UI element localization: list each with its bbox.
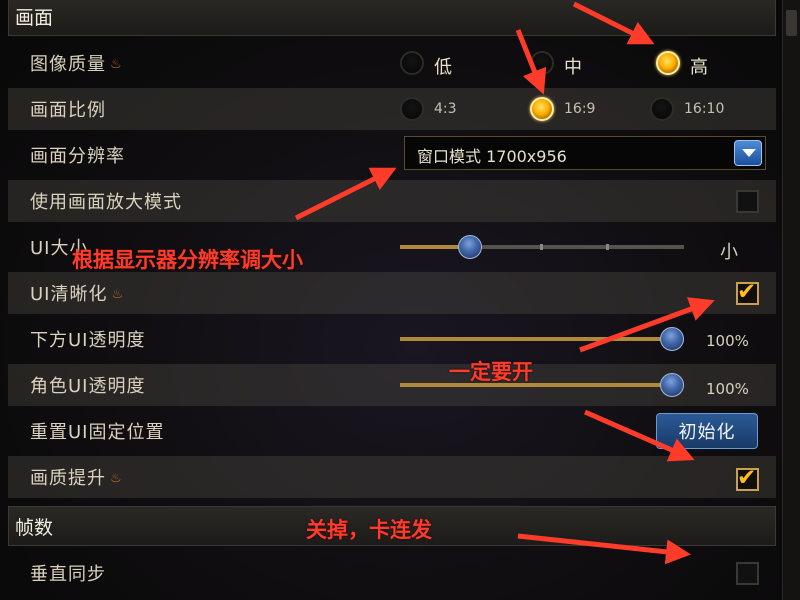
annotation-must-enable: 一定要开 — [449, 360, 533, 384]
quality-low-radio[interactable] — [400, 51, 424, 75]
bottom-ui-opacity-value: 100% — [706, 332, 749, 350]
quality-mid-radio[interactable] — [530, 51, 554, 75]
char-ui-opacity-value: 100% — [706, 380, 749, 398]
row-reset-ui: 重置UI固定位置 初始化 — [8, 410, 776, 452]
ui-size-slider-handle[interactable] — [458, 235, 482, 259]
row-quality-boost: 画质提升 ♨ ✔ — [8, 456, 776, 498]
quality-boost-label: 画质提升 ♨ — [30, 468, 123, 489]
char-ui-opacity-slider-handle[interactable] — [660, 373, 684, 397]
ui-size-slider[interactable] — [400, 235, 684, 259]
initialize-button[interactable]: 初始化 — [656, 413, 758, 449]
bottom-ui-opacity-slider-fill — [400, 337, 670, 341]
ratio-16-9-text: 16:9 — [564, 101, 596, 117]
ui-clarity-checkbox[interactable]: ✔ — [736, 279, 759, 305]
chevron-down-icon[interactable] — [734, 140, 762, 166]
quality-boost-checkbox[interactable]: ✔ — [736, 465, 759, 491]
resolution-select[interactable]: 窗口模式 1700x956 — [404, 136, 766, 170]
char-ui-opacity-slider[interactable] — [400, 373, 684, 397]
row-image-quality: 图像质量 ♨ 低 中 高 — [8, 42, 776, 84]
row-char-ui-opacity: 角色UI透明度 100% — [8, 364, 776, 406]
bottom-ui-opacity-slider[interactable] — [400, 327, 684, 351]
quality-mid-text: 中 — [564, 57, 582, 78]
row-bottom-ui-opacity: 下方UI透明度 100% — [8, 318, 776, 360]
annotation-resolution-note: 根据显示器分辨率调大小 — [72, 248, 303, 272]
ratio-16-10-text: 16:10 — [684, 101, 725, 117]
image-quality-label: 图像质量 ♨ — [30, 54, 123, 75]
quality-high-radio[interactable] — [656, 51, 680, 75]
check-icon: ✔ — [737, 465, 757, 491]
reset-ui-label: 重置UI固定位置 — [30, 422, 165, 443]
check-icon: ✔ — [737, 279, 757, 305]
row-vsync: 垂直同步 — [8, 552, 776, 594]
scrollbar[interactable] — [782, 0, 800, 600]
section-header-display: 画面 — [8, 0, 776, 36]
zoom-mode-label: 使用画面放大模式 — [30, 192, 182, 213]
ratio-16-10-radio[interactable] — [650, 97, 674, 121]
aspect-ratio-label: 画面比例 — [30, 100, 106, 121]
bottom-ui-opacity-slider-handle[interactable] — [660, 327, 684, 351]
annotation-turn-off: 关掉，卡连发 — [306, 518, 432, 542]
scrollbar-thumb[interactable] — [786, 10, 797, 36]
section-title-display: 画面 — [15, 7, 54, 29]
quality-low-text: 低 — [434, 57, 452, 78]
char-ui-opacity-label: 角色UI透明度 — [30, 376, 146, 397]
flame-icon: ♨ — [110, 57, 123, 72]
resolution-value: 窗口模式 1700x956 — [417, 147, 567, 166]
row-aspect-ratio: 画面比例 4:3 16:9 16:10 — [8, 88, 776, 130]
row-zoom-mode: 使用画面放大模式 — [8, 180, 776, 222]
flame-icon: ♨ — [111, 287, 125, 302]
ratio-4-3-text: 4:3 — [434, 101, 457, 117]
ui-size-tick — [540, 244, 543, 250]
ui-clarity-label: UI清晰化 ♨ — [30, 284, 125, 305]
row-resolution: 画面分辨率 窗口模式 1700x956 — [8, 134, 776, 176]
vsync-checkbox[interactable] — [736, 562, 759, 585]
char-ui-opacity-slider-fill — [400, 383, 670, 387]
settings-panel: 画面 图像质量 ♨ 低 中 高 画面比例 4:3 16:9 16:10 画面分辨… — [0, 0, 800, 600]
zoom-mode-checkbox[interactable] — [736, 190, 759, 213]
ui-size-tick — [606, 244, 609, 250]
flame-icon: ♨ — [110, 471, 123, 486]
resolution-label: 画面分辨率 — [30, 146, 125, 167]
row-ui-clarity: UI清晰化 ♨ ✔ — [8, 272, 776, 314]
ratio-16-9-radio[interactable] — [530, 97, 554, 121]
ui-size-value: 小 — [720, 242, 738, 263]
vsync-label: 垂直同步 — [30, 564, 106, 585]
bottom-ui-opacity-label: 下方UI透明度 — [30, 330, 146, 351]
quality-high-text: 高 — [690, 57, 708, 78]
section-title-fps: 帧数 — [15, 517, 54, 539]
ratio-4-3-radio[interactable] — [400, 97, 424, 121]
